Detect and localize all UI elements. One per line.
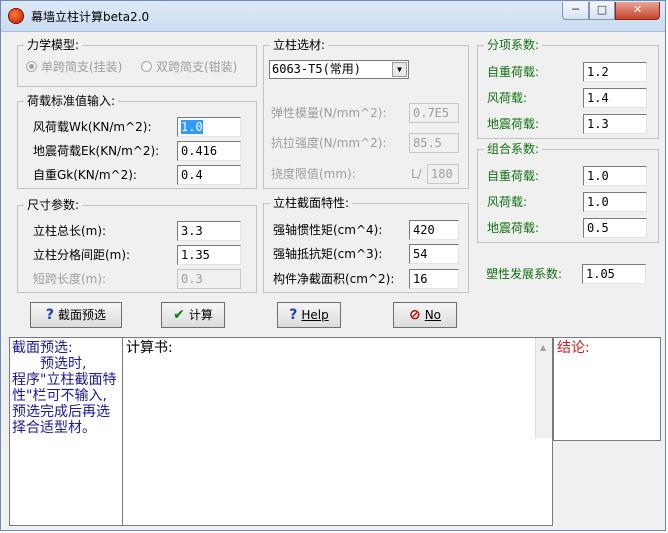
help-button[interactable]: ? Help [277, 302, 341, 328]
checkmark-icon: ✔ [173, 307, 185, 323]
wind-load-value: 1.0 [181, 120, 203, 134]
combo-factors-group: 组合系数: 自重荷载: 1.0 风荷载: 1.0 地震荷载: 0.5 [477, 142, 659, 243]
section-modulus-input[interactable]: 54 [409, 244, 459, 264]
column-length-input[interactable]: 3.3 [177, 221, 241, 241]
combo-wind-label: 风荷载: [487, 195, 528, 209]
help-button-label: Help [301, 308, 329, 322]
help-question-icon: ? [289, 307, 298, 323]
load-group: 荷载标准值输入: 风荷载Wk(KN/m^2): 1.0 地震荷载Ek(KN/m^… [17, 94, 257, 189]
model-group-title: 力学模型: [24, 38, 83, 52]
net-area-label: 构件净截面积(cm^2): [273, 272, 395, 286]
partial-dead-label: 自重荷载: [487, 65, 540, 79]
partial-seismic-label: 地震荷载: [487, 117, 540, 131]
section-modulus-label: 强轴抵抗矩(cm^3): [273, 247, 383, 261]
inertia-input[interactable]: 420 [409, 220, 459, 240]
column-spacing-label: 立柱分格间距(m): [33, 248, 131, 262]
double-span-label: 双跨简支(钳装) [156, 60, 238, 74]
material-select[interactable]: 6063-T5(常用) ▼ [269, 60, 409, 79]
chevron-down-icon[interactable]: ▼ [392, 62, 407, 77]
hint-text: 截面预选: 预选时, 程序"立柱截面特性"栏可不输入,预选完成后再选择合适型材。 [12, 340, 117, 436]
combo-seismic-label: 地震荷载: [487, 221, 540, 235]
combo-dead-input[interactable]: 1.0 [583, 166, 647, 186]
main-window: 幕墙立柱计算beta2.0 ─ □ ✕ 力学模型: 单跨简支(挂装) 双跨简支(… [0, 0, 666, 531]
dead-load-input[interactable]: 0.4 [177, 165, 241, 185]
no-button-label: No [424, 308, 442, 322]
size-group: 尺寸参数: 立柱总长(m): 3.3 立柱分格间距(m): 1.35 短跨长度(… [17, 198, 257, 293]
dead-load-label: 自重Gk(KN/m^2): [33, 168, 137, 182]
scroll-up-icon[interactable]: ▲ [540, 340, 546, 356]
tensile-strength-input[interactable]: 85.5 [409, 133, 459, 153]
single-span-radio[interactable] [26, 61, 37, 72]
column-spacing-input[interactable]: 1.35 [177, 245, 241, 265]
calculate-button-label: 计算 [188, 308, 213, 322]
partial-factors-group: 分项系数: 自重荷载: 1.2 风荷载: 1.4 地震荷载: 1.3 [477, 38, 659, 139]
material-group: 立柱选材: 6063-T5(常用) ▼ 弹性模量(N/mm^2): 0.7E5 … [263, 38, 469, 189]
net-area-input[interactable]: 16 [409, 269, 459, 289]
question-icon: ? [45, 307, 55, 323]
section-group: 立柱截面特性: 强轴惯性矩(cm^4): 420 强轴抵抗矩(cm^3): 54… [263, 196, 469, 293]
preselect-button[interactable]: ? 截面预选 [30, 302, 122, 328]
tensile-strength-label: 抗拉强度(N/mm^2): [271, 136, 387, 150]
elastic-modulus-input[interactable]: 0.7E5 [409, 103, 459, 123]
single-span-label: 单跨简支(挂装) [41, 60, 123, 74]
partial-dead-input[interactable]: 1.2 [583, 62, 647, 82]
combo-factors-title: 组合系数: [484, 142, 543, 156]
short-span-input[interactable]: 0.3 [177, 269, 241, 289]
report-scrollbar[interactable]: ▲ [535, 338, 552, 438]
elastic-modulus-label: 弹性模量(N/mm^2): [271, 106, 387, 120]
wind-load-label: 风荷载Wk(KN/m^2): [33, 120, 152, 134]
partial-seismic-input[interactable]: 1.3 [583, 114, 647, 134]
deflection-limit-input[interactable]: 180 [427, 164, 459, 184]
short-span-label: 短跨长度(m): [33, 272, 107, 286]
deflection-prefix: L/ [411, 167, 422, 181]
app-icon [8, 8, 24, 24]
plastic-factor-label: 塑性发展系数: [486, 267, 563, 281]
combo-dead-label: 自重荷载: [487, 169, 540, 183]
plastic-factor-input[interactable]: 1.05 [582, 264, 646, 284]
partial-wind-label: 风荷载: [487, 91, 528, 105]
combo-seismic-input[interactable]: 0.5 [583, 218, 647, 238]
section-group-title: 立柱截面特性: [270, 196, 353, 210]
inertia-label: 强轴惯性矩(cm^4): [273, 223, 383, 237]
report-title: 计算书: [126, 340, 173, 356]
partial-factors-title: 分项系数: [484, 38, 543, 52]
seismic-load-input[interactable]: 0.416 [177, 141, 241, 161]
maximize-button[interactable]: □ [589, 2, 615, 20]
conclusion-pane[interactable]: 结论: [553, 337, 661, 441]
title-bar: 幕墙立柱计算beta2.0 ─ □ ✕ [1, 1, 665, 32]
calculate-button[interactable]: ✔ 计算 [161, 302, 225, 328]
load-group-title: 荷载标准值输入: [24, 94, 119, 108]
no-button[interactable]: ⊘ No [393, 302, 457, 328]
deflection-limit-label: 挠度限值(mm): [271, 167, 356, 181]
prohibited-icon: ⊘ [408, 307, 421, 323]
column-length-label: 立柱总长(m): [33, 224, 107, 238]
size-group-title: 尺寸参数: [24, 198, 83, 212]
report-pane[interactable]: 计算书: ▲ [122, 337, 553, 526]
preselect-button-label: 截面预选 [58, 308, 107, 322]
seismic-load-label: 地震荷载Ek(KN/m^2): [33, 144, 160, 158]
conclusion-title: 结论: [557, 340, 590, 356]
window-title: 幕墙立柱计算beta2.0 [31, 10, 150, 24]
minimize-button[interactable]: ─ [562, 2, 589, 20]
combo-wind-input[interactable]: 1.0 [583, 192, 647, 212]
model-group: 力学模型: 单跨简支(挂装) 双跨简支(钳装) [17, 38, 257, 87]
wind-load-input[interactable]: 1.0 [177, 117, 241, 137]
hint-pane[interactable]: 截面预选: 预选时, 程序"立柱截面特性"栏可不输入,预选完成后再选择合适型材。 [9, 337, 123, 526]
double-span-radio[interactable] [141, 61, 152, 72]
close-button[interactable]: ✕ [615, 2, 660, 20]
partial-wind-input[interactable]: 1.4 [583, 88, 647, 108]
material-selected-value: 6063-T5(常用) [272, 62, 362, 76]
material-group-title: 立柱选材: [270, 38, 329, 52]
